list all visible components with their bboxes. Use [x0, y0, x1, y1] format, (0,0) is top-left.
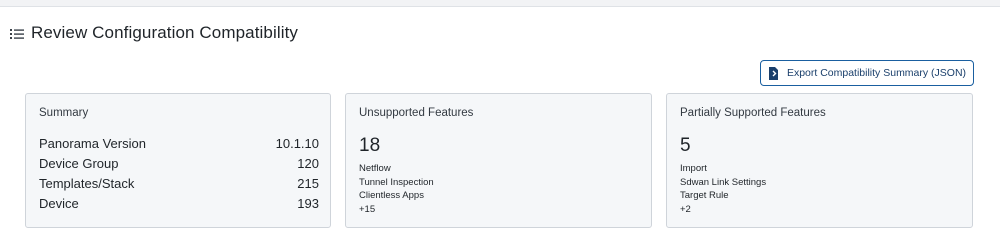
summary-row-panorama-version: Panorama Version 10.1.10: [39, 136, 319, 156]
feature-item: Import: [680, 163, 707, 174]
summary-row-value: 120: [297, 156, 319, 171]
list-icon: [10, 27, 24, 39]
partially-supported-features-title: Partially Supported Features: [680, 107, 826, 119]
feature-item: Sdwan Link Settings: [680, 176, 767, 188]
summary-card: Summary Panorama Version 10.1.10 Device …: [25, 93, 331, 228]
summary-row-device-group: Device Group 120: [39, 156, 319, 176]
unsupported-features-card: Unsupported Features 18 Netflow Tunnel I…: [345, 93, 652, 228]
summary-rows: Panorama Version 10.1.10 Device Group 12…: [39, 136, 319, 216]
partially-supported-features-count: 5: [680, 135, 691, 156]
feature-item: Tunnel Inspection: [359, 176, 434, 188]
summary-card-title: Summary: [39, 107, 89, 119]
summary-row-label: Device: [39, 196, 79, 211]
feature-item: Target Rule: [680, 190, 729, 201]
summary-row-device: Device 193: [39, 196, 319, 216]
summary-row-value: 215: [297, 176, 319, 191]
unsupported-features-title: Unsupported Features: [359, 107, 474, 119]
summary-row-label: Panorama Version: [39, 136, 146, 151]
summary-row-label: Device Group: [39, 156, 119, 171]
partially-supported-features-card: Partially Supported Features 5 Import Sd…: [666, 93, 973, 228]
summary-row-templates-stack: Templates/Stack 215: [39, 176, 319, 196]
feature-item: Clientless Apps: [359, 190, 424, 201]
feature-item: Netflow: [359, 163, 391, 174]
page-header: Review Configuration Compatibility: [10, 22, 298, 44]
feature-more-count: +2: [680, 203, 691, 215]
summary-row-value: 10.1.10: [275, 136, 319, 151]
export-button-label: Export Compatibility Summary (JSON): [786, 67, 967, 79]
unsupported-features-count: 18: [359, 135, 381, 156]
export-compatibility-summary-button[interactable]: Export Compatibility Summary (JSON): [760, 60, 974, 86]
page-title: Review Configuration Compatibility: [31, 23, 299, 42]
partially-supported-features-list: Import Sdwan Link Settings Target Rule +…: [680, 163, 766, 217]
top-bar: [0, 0, 1000, 7]
unsupported-features-list: Netflow Tunnel Inspection Clientless App…: [359, 163, 434, 217]
summary-row-label: Templates/Stack: [39, 176, 135, 191]
summary-row-value: 193: [297, 196, 319, 211]
feature-more-count: +15: [359, 203, 376, 215]
export-file-icon: [768, 66, 779, 80]
